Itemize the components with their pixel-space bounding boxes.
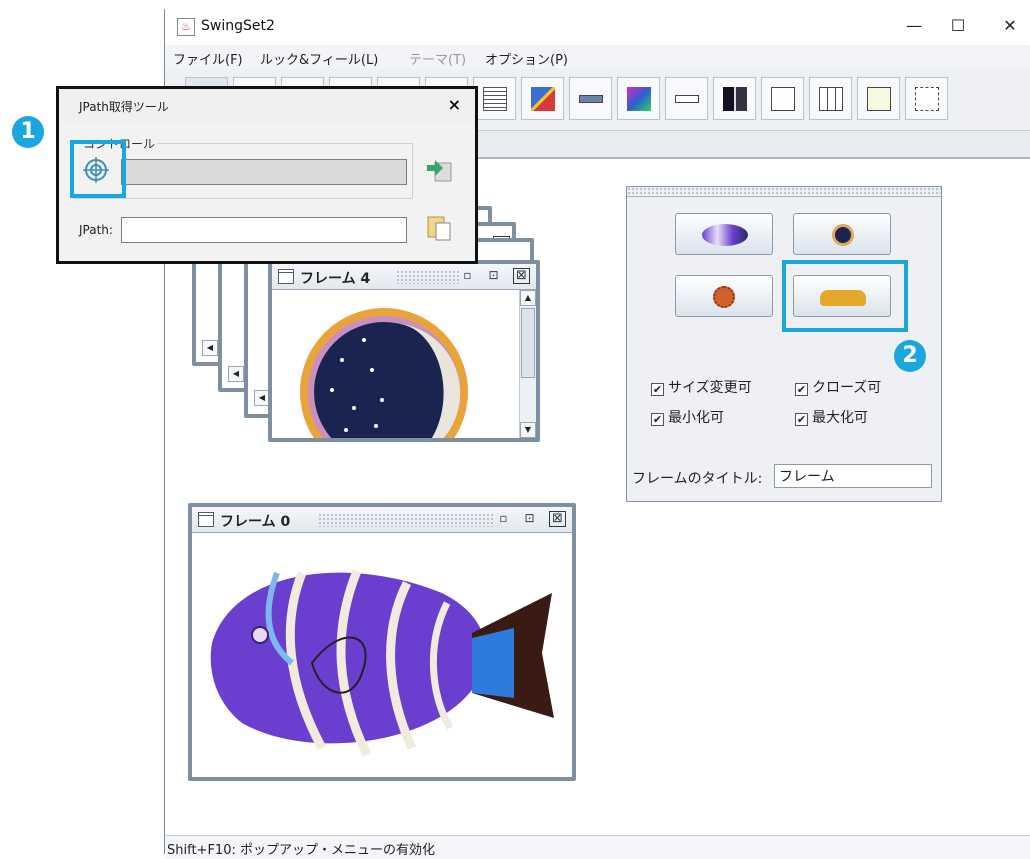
annotation-highlight-1 xyxy=(70,140,126,198)
progress-bar-demo-button[interactable] xyxy=(569,77,612,120)
iconifiable-checkbox[interactable]: ✔ 最小化可 xyxy=(651,407,724,427)
frame-close-icon[interactable]: ⊠ xyxy=(549,511,566,527)
title-grip xyxy=(396,270,460,284)
iconify-icon[interactable]: ▫ xyxy=(495,511,512,527)
option-pane-demo-button[interactable] xyxy=(521,77,564,120)
scroll-down-arrow[interactable]: ▼ xyxy=(520,422,536,438)
frame-title-label: フレームのタイトル: xyxy=(632,471,763,487)
frame-icon xyxy=(278,269,294,284)
slider-demo-button[interactable] xyxy=(665,77,708,120)
create-moon-frame-button[interactable] xyxy=(793,213,891,255)
create-fish-frame-button[interactable] xyxy=(675,213,773,255)
checkbox-label: 最小化可 xyxy=(668,410,724,426)
fish-image xyxy=(210,569,554,757)
checkbox-label: 最大化可 xyxy=(812,410,868,426)
apply-arrow-icon[interactable] xyxy=(425,157,455,183)
scroll-thumb[interactable] xyxy=(521,308,535,378)
checkbox-label: サイズ変更可 xyxy=(668,380,752,396)
checkbox-label: クローズ可 xyxy=(812,380,882,396)
checkbox-check-icon: ✔ xyxy=(795,383,808,396)
table-demo-button[interactable] xyxy=(809,77,852,120)
close-button[interactable]: ✕ xyxy=(987,13,1030,41)
frame-title-field[interactable] xyxy=(774,464,932,488)
frame-title-bar[interactable]: フレーム 4 ▫ ⊡ ⊠ xyxy=(272,264,536,290)
jpath-close-button[interactable]: × xyxy=(448,95,461,114)
jpath-label: JPath: xyxy=(79,223,113,237)
fish-image-viewport xyxy=(192,533,572,777)
panel-title-grip xyxy=(627,187,941,197)
frame-icon xyxy=(198,512,214,527)
frame-title: フレーム 4 xyxy=(300,271,371,287)
moon-icon xyxy=(832,224,854,246)
jpath-title-bar[interactable]: JPath取得ツール × xyxy=(59,89,475,123)
resizable-checkbox[interactable]: ✔ サイズ変更可 xyxy=(651,377,752,397)
frame-control-panel: ✔ サイズ変更可 ✔ クローズ可 ✔ 最小化可 ✔ 最大化可 xyxy=(626,186,942,502)
maximize-button[interactable]: ☐ xyxy=(935,13,981,41)
checkbox-check-icon: ✔ xyxy=(651,413,664,426)
maximize-icon[interactable]: ⊡ xyxy=(485,268,502,284)
menu-look-and-feel[interactable]: ルック&フィール(L) xyxy=(260,49,378,68)
iconify-icon[interactable]: ▫ xyxy=(459,268,476,284)
title-grip xyxy=(318,513,494,527)
tooltip-demo-button[interactable] xyxy=(857,77,900,120)
frame-vertical-scrollbar[interactable]: ▲ ▼ xyxy=(519,290,536,438)
menu-options[interactable]: オプション(P) xyxy=(485,49,568,68)
scroll-up-arrow[interactable]: ▲ xyxy=(520,290,536,306)
minimize-button[interactable]: — xyxy=(891,13,937,41)
status-bar: Shift+F10: ポップアップ・メニューの有効化 xyxy=(165,835,1030,859)
menu-file[interactable]: ファイル(F) xyxy=(173,49,243,68)
moon-image-viewport xyxy=(272,290,519,438)
create-sun-frame-button[interactable] xyxy=(675,275,773,317)
menu-bar: ファイル(F) ルック&フィール(L) テーマ(T) オプション(P) xyxy=(165,45,1030,69)
split-pane-demo-button[interactable] xyxy=(713,77,756,120)
tabbed-pane-demo-button[interactable] xyxy=(761,77,804,120)
status-text: Shift+F10: ポップアップ・メニューの有効化 xyxy=(167,843,435,858)
frame-close-icon[interactable]: ⊠ xyxy=(513,268,530,284)
scroll-pane-demo-button[interactable] xyxy=(617,77,660,120)
jpath-title: JPath取得ツール xyxy=(79,100,169,114)
closable-checkbox[interactable]: ✔ クローズ可 xyxy=(795,377,881,397)
moon-image xyxy=(300,308,468,438)
tree-demo-button[interactable] xyxy=(905,77,948,120)
internal-frame-0[interactable]: フレーム 0 ▫ ⊡ ⊠ xyxy=(188,503,576,781)
list-demo-button[interactable] xyxy=(473,77,516,120)
java-app-icon: ♨ xyxy=(177,18,195,36)
frame-title-bar[interactable]: フレーム 0 ▫ ⊡ ⊠ xyxy=(192,507,572,533)
copy-clipboard-icon[interactable] xyxy=(425,213,455,243)
checkbox-check-icon: ✔ xyxy=(651,383,664,396)
sun-icon xyxy=(713,286,735,308)
maximizable-checkbox[interactable]: ✔ 最大化可 xyxy=(795,407,868,427)
title-bar: ♨ SwingSet2 — ☐ ✕ xyxy=(165,9,1030,45)
control-field[interactable] xyxy=(121,159,407,185)
scroll-left-arrow[interactable]: ◀ xyxy=(228,366,244,382)
window-title: SwingSet2 xyxy=(201,18,275,34)
jpath-field[interactable] xyxy=(121,217,407,243)
menu-theme[interactable]: テーマ(T) xyxy=(409,49,466,68)
checkbox-check-icon: ✔ xyxy=(795,413,808,426)
annotation-badge-2: 2 xyxy=(894,340,926,372)
annotation-highlight-2 xyxy=(782,260,908,332)
annotation-badge-1: 1 xyxy=(12,116,44,148)
internal-frame-4[interactable]: フレーム 4 ▫ ⊡ ⊠ ▲ ▼ xyxy=(268,260,540,442)
scroll-left-arrow[interactable]: ◀ xyxy=(202,340,218,356)
maximize-icon[interactable]: ⊡ xyxy=(521,511,538,527)
frame-title: フレーム 0 xyxy=(220,514,291,530)
fish-icon xyxy=(702,224,748,246)
